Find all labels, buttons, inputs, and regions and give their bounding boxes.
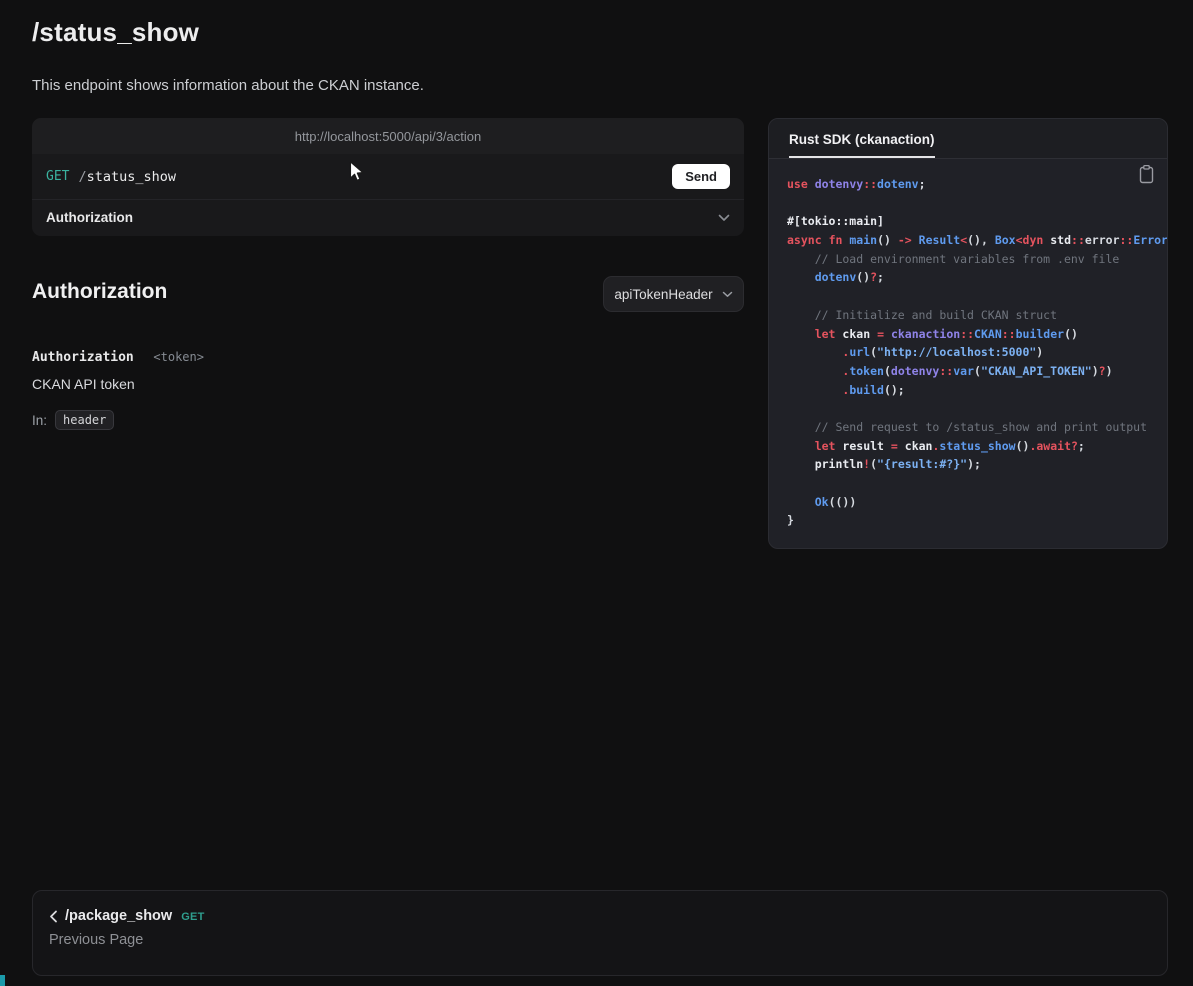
chevron-down-icon — [718, 214, 730, 222]
previous-page-label: Previous Page — [49, 932, 1151, 948]
code-panel-header: Rust SDK (ckanaction) — [769, 119, 1167, 159]
copy-button[interactable] — [1137, 164, 1155, 184]
send-button[interactable]: Send — [672, 164, 730, 189]
authorization-heading: Authorization — [32, 280, 167, 304]
previous-endpoint-path: /package_show — [65, 908, 172, 924]
page-corner-accent — [0, 975, 5, 986]
auth-scheme-select[interactable]: apiTokenHeader — [603, 276, 744, 312]
previous-endpoint-method: GET — [181, 909, 205, 923]
previous-page-link[interactable]: /package_show GET Previous Page — [32, 890, 1168, 976]
request-tester-card: http://localhost:5000/api/3/action GET /… — [32, 118, 744, 236]
path-slash: / — [78, 169, 86, 185]
code-block: use dotenvy::dotenv; #[tokio::main]async… — [769, 159, 1167, 544]
code-example-panel: Rust SDK (ckanaction) use dotenvy::doten… — [768, 118, 1168, 549]
authorization-row-label: Authorization — [46, 210, 133, 225]
in-label: In: — [32, 413, 47, 428]
auth-param-name: Authorization — [32, 350, 134, 365]
auth-scheme-value: apiTokenHeader — [614, 287, 712, 302]
server-url: http://localhost:5000/api/3/action — [295, 129, 481, 144]
path-name: status_show — [87, 169, 176, 185]
endpoint-path: /status_show — [78, 169, 176, 185]
auth-location-row: In: header — [32, 410, 114, 430]
page: /status_show This endpoint shows informa… — [0, 0, 1193, 986]
chevron-left-icon — [49, 910, 58, 923]
tab-rust-sdk[interactable]: Rust SDK (ckanaction) — [789, 132, 935, 158]
request-row: GET /status_show Send — [32, 154, 744, 199]
auth-param-row: Authorization <token> — [32, 346, 204, 365]
auth-param-description: CKAN API token — [32, 376, 135, 392]
page-title: /status_show — [32, 17, 199, 48]
in-value-badge: header — [55, 410, 114, 430]
auth-param-type: <token> — [153, 350, 204, 364]
authorization-collapsible-row[interactable]: Authorization — [32, 199, 744, 235]
chevron-down-icon — [722, 291, 733, 298]
endpoint-description: This endpoint shows information about th… — [32, 77, 424, 94]
clipboard-icon — [1138, 164, 1155, 184]
http-method-badge: GET — [46, 169, 69, 184]
server-url-bar[interactable]: http://localhost:5000/api/3/action — [32, 118, 744, 154]
